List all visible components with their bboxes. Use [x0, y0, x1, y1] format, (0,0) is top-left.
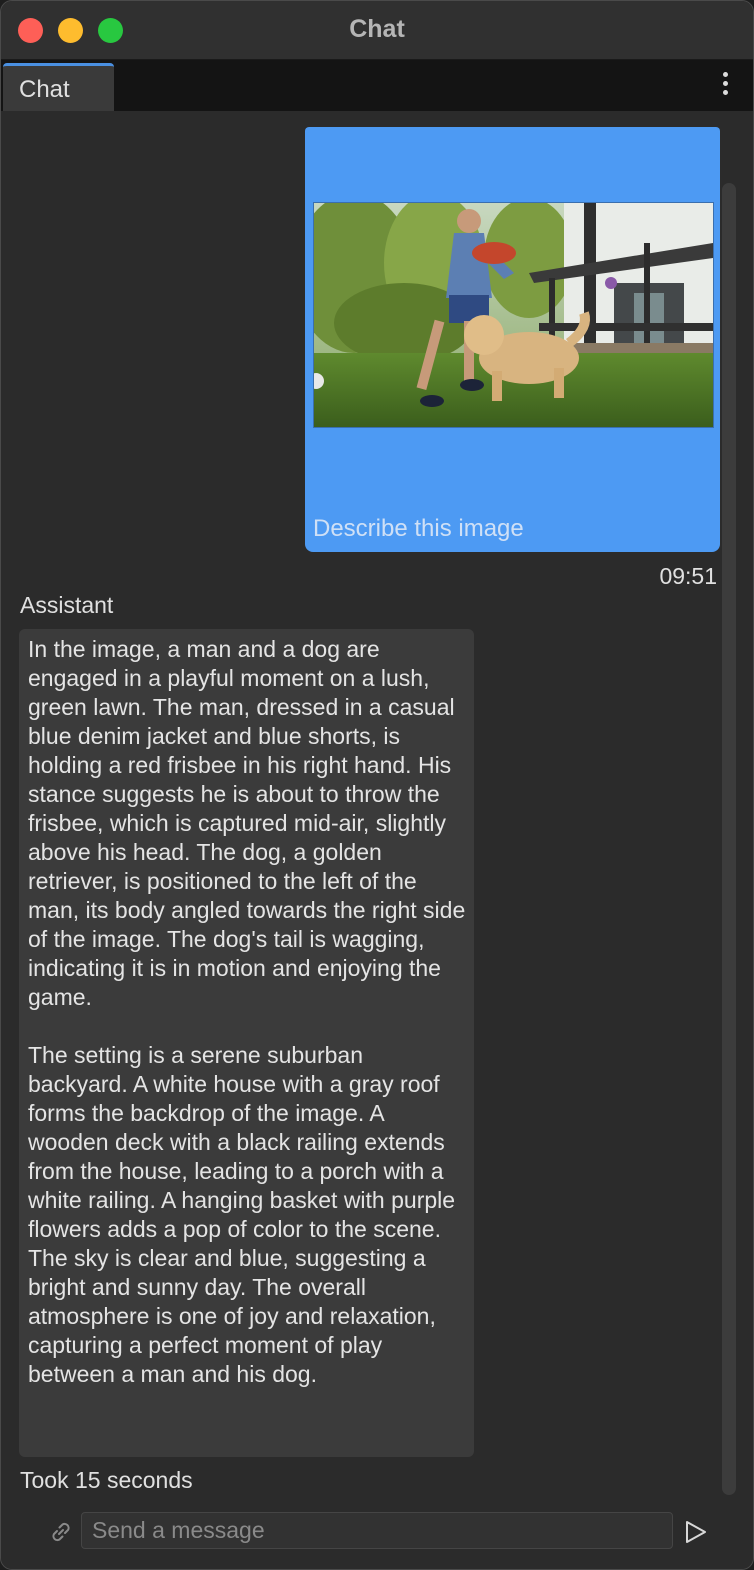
more-vertical-icon[interactable]	[723, 72, 729, 96]
response-time: Took 15 seconds	[20, 1467, 193, 1493]
link-icon[interactable]	[47, 1518, 75, 1546]
assistant-message-text: In the image, a man and a dog are engage…	[28, 636, 466, 1387]
title-bar: Chat	[1, 1, 753, 60]
assistant-label: Assistant	[20, 592, 114, 618]
assistant-message-bubble: In the image, a man and a dog are engage…	[19, 629, 474, 1457]
tab-bar: Chat	[1, 60, 753, 111]
message-timestamp: 09:51	[659, 563, 717, 589]
photo-illustration	[314, 203, 713, 427]
send-icon[interactable]	[683, 1518, 709, 1546]
user-message-bubble: Describe this image	[305, 127, 720, 552]
chat-scrollbar[interactable]	[722, 183, 736, 1495]
message-input[interactable]	[81, 1512, 673, 1549]
tab-label: Chat	[19, 76, 70, 103]
photo-attachment[interactable]	[313, 202, 714, 428]
user-message-text: Describe this image	[313, 515, 524, 542]
chat-window: Chat Chat Describe this image 09:51 Assi…	[0, 0, 754, 1570]
window-title: Chat	[349, 15, 405, 43]
tab-chat[interactable]: Chat	[3, 63, 114, 111]
